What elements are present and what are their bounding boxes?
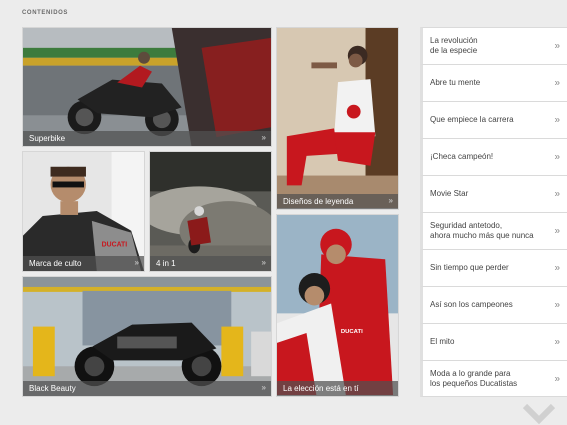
chevron-right-icon: » xyxy=(554,299,560,311)
tile-disenos-de-leyenda[interactable]: Diseños de leyenda » xyxy=(276,27,399,210)
menu-item-label: Moda a lo grande para los pequeños Ducat… xyxy=(430,368,518,388)
menu-item-el-mito[interactable]: El mito » xyxy=(420,323,567,360)
chevron-down-icon[interactable] xyxy=(522,402,556,425)
tile-black-beauty[interactable]: Black Beauty » xyxy=(22,276,272,397)
superbike-photo xyxy=(23,28,271,146)
menu-item-label: Abre tu mente xyxy=(430,78,481,87)
menu-item-label: Que empiece la carrera xyxy=(430,115,514,124)
tile-label: Superbike xyxy=(29,134,66,143)
tile-label: Marca de culto xyxy=(29,259,82,268)
chevron-right-icon: » xyxy=(388,196,393,205)
chevron-right-icon: » xyxy=(554,114,560,126)
chevron-right-icon: » xyxy=(554,77,560,89)
tile-label: La elección está en tí xyxy=(283,384,359,393)
menu-item-label: Movie Star xyxy=(430,189,469,198)
chevron-right-icon: » xyxy=(134,258,139,267)
chevron-right-icon: » xyxy=(261,258,266,267)
menu-item-label: Seguridad antetodo, ahora mucho más que … xyxy=(430,221,534,240)
cult-brand-photo: DUCATI xyxy=(23,152,144,271)
tile-marca-de-culto[interactable]: DUCATI Marca de culto » xyxy=(22,151,145,272)
chevron-right-icon: » xyxy=(554,373,560,384)
black-beauty-photo xyxy=(23,277,271,396)
svg-text:DUCATI: DUCATI xyxy=(341,329,363,335)
chevron-right-icon: » xyxy=(554,336,560,348)
tile-4-in-1[interactable]: 4 in 1 » xyxy=(149,151,272,272)
tile-la-eleccion-esta-en-ti[interactable]: DUCATI La elección está en tí xyxy=(276,214,399,397)
menu-item-label: La revolución de la especie xyxy=(430,36,478,55)
tile-caption: Diseños de leyenda » xyxy=(277,194,398,209)
chevron-right-icon: » xyxy=(554,40,560,52)
menu-item-label: El mito xyxy=(430,337,455,346)
chevron-right-icon: » xyxy=(261,133,266,142)
tile-caption: 4 in 1 » xyxy=(150,256,271,271)
menu-item-label: ¡Checa campeón! xyxy=(430,152,494,161)
tile-superbike[interactable]: Superbike » xyxy=(22,27,272,147)
four-in-one-photo xyxy=(150,152,271,271)
menu-item-sin-tiempo-que-perder[interactable]: Sin tiempo que perder » xyxy=(420,249,567,286)
svg-text:DUCATI: DUCATI xyxy=(102,241,128,248)
choice-photo: DUCATI xyxy=(277,215,398,396)
tile-label: Black Beauty xyxy=(29,384,76,393)
menu-item-abre-tu-mente[interactable]: Abre tu mente » xyxy=(420,64,567,101)
tile-caption: La elección está en tí xyxy=(277,381,398,396)
chevron-right-icon: » xyxy=(261,383,266,392)
menu-item-asi-son-los-campeones[interactable]: Así son los campeones » xyxy=(420,286,567,323)
menu-item-checa-campeon[interactable]: ¡Checa campeón! » xyxy=(420,138,567,175)
chevron-right-icon: » xyxy=(554,188,560,200)
menu-item-la-revolucion[interactable]: La revolución de la especie » xyxy=(420,27,567,64)
chevron-right-icon: » xyxy=(554,262,560,274)
chevron-right-icon: » xyxy=(554,225,560,237)
menu-item-seguridad-antetodo[interactable]: Seguridad antetodo, ahora mucho más que … xyxy=(420,212,567,249)
menu-item-moda-a-lo-grande[interactable]: Moda a lo grande para los pequeños Ducat… xyxy=(420,360,567,397)
section-title: CONTENIDOS xyxy=(22,10,69,16)
menu-item-label: Así son los campeones xyxy=(430,300,513,309)
legend-design-photo xyxy=(277,28,398,209)
tile-label: Diseños de leyenda xyxy=(283,197,354,206)
chevron-right-icon: » xyxy=(554,151,560,163)
menu-item-movie-star[interactable]: Movie Star » xyxy=(420,175,567,212)
content-menu: La revolución de la especie » Abre tu me… xyxy=(420,27,567,397)
tile-caption: Black Beauty » xyxy=(23,381,271,396)
tile-caption: Marca de culto » xyxy=(23,256,144,271)
menu-item-que-empiece-la-carrera[interactable]: Que empiece la carrera » xyxy=(420,101,567,138)
menu-item-label: Sin tiempo que perder xyxy=(430,263,509,272)
tile-label: 4 in 1 xyxy=(156,259,176,268)
tile-caption: Superbike » xyxy=(23,131,271,146)
